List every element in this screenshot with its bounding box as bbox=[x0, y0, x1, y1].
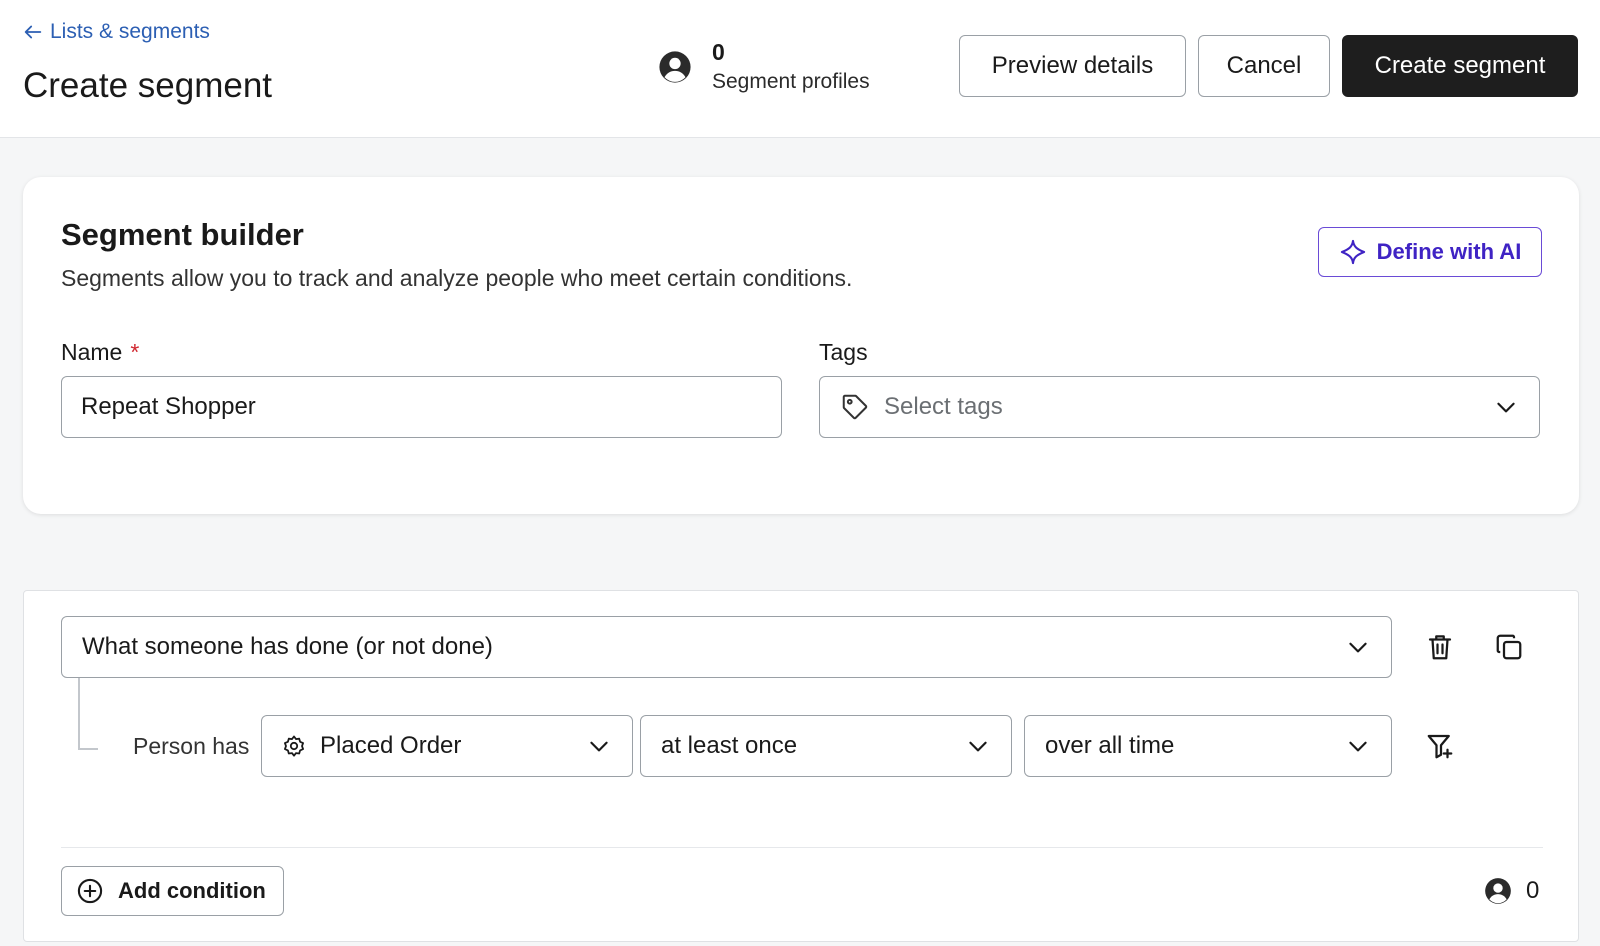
condition-group-card: What someone has done (or not done) Pers… bbox=[23, 590, 1579, 942]
chevron-down-icon bbox=[1345, 733, 1371, 759]
create-segment-button[interactable]: Create segment bbox=[1342, 35, 1578, 97]
segment-builder-card: Segment builder Segments allow you to tr… bbox=[23, 177, 1579, 514]
duplicate-condition-button[interactable] bbox=[1487, 625, 1531, 669]
condition-count-value: 0 bbox=[1526, 877, 1540, 904]
preview-details-button[interactable]: Preview details bbox=[959, 35, 1186, 97]
page-header: Lists & segments Create segment 0 Segmen… bbox=[0, 0, 1600, 138]
name-label-text: Name bbox=[61, 339, 123, 365]
add-condition-label: Add condition bbox=[118, 878, 266, 903]
condition-type-select[interactable]: What someone has done (or not done) bbox=[61, 616, 1392, 678]
chevron-down-icon bbox=[1345, 634, 1371, 660]
frequency-select[interactable]: at least once bbox=[640, 715, 1012, 777]
filter-plus-icon bbox=[1427, 734, 1453, 759]
copy-icon bbox=[1496, 634, 1522, 660]
condition-type-value: What someone has done (or not done) bbox=[82, 633, 493, 660]
condition-divider bbox=[61, 847, 1543, 848]
plus-circle-icon bbox=[77, 878, 103, 904]
segment-profiles-summary: 0 Segment profiles bbox=[658, 34, 870, 100]
delete-condition-button[interactable] bbox=[1418, 625, 1462, 669]
back-link-label: Lists & segments bbox=[50, 20, 210, 43]
segment-name-input[interactable] bbox=[61, 376, 782, 438]
frequency-value: at least once bbox=[661, 732, 798, 759]
condition-profile-count: 0 bbox=[1484, 873, 1539, 909]
back-link-lists-segments[interactable]: Lists & segments bbox=[22, 18, 210, 46]
chevron-down-icon bbox=[586, 733, 612, 759]
sparkle-icon bbox=[1340, 239, 1365, 265]
timeframe-value: over all time bbox=[1045, 732, 1175, 759]
tags-placeholder: Select tags bbox=[884, 393, 1003, 420]
cancel-button[interactable]: Cancel bbox=[1198, 35, 1330, 97]
segment-builder-title: Segment builder bbox=[61, 217, 304, 252]
arrow-left-icon bbox=[24, 25, 42, 39]
gear-icon bbox=[284, 735, 304, 757]
trash-icon bbox=[1428, 635, 1452, 660]
page-title: Create segment bbox=[23, 66, 273, 105]
tags-select[interactable]: Select tags bbox=[819, 376, 1540, 438]
metric-select[interactable]: Placed Order bbox=[261, 715, 633, 777]
person-has-label: Person has bbox=[133, 733, 250, 759]
condition-connector-line bbox=[78, 678, 98, 750]
name-field-label: Name * bbox=[61, 339, 139, 366]
add-filter-button[interactable] bbox=[1418, 724, 1462, 768]
segment-profile-count: 0 bbox=[712, 39, 725, 65]
required-indicator: * bbox=[130, 339, 140, 365]
user-circle-icon bbox=[658, 50, 692, 84]
tags-field-label: Tags bbox=[819, 339, 868, 365]
chevron-down-icon bbox=[965, 733, 991, 759]
timeframe-select[interactable]: over all time bbox=[1024, 715, 1392, 777]
segment-builder-description: Segments allow you to track and analyze … bbox=[61, 265, 853, 291]
segment-profile-label: Segment profiles bbox=[712, 70, 870, 93]
tag-icon bbox=[842, 394, 868, 420]
user-circle-icon bbox=[1484, 877, 1512, 905]
add-condition-button[interactable]: Add condition bbox=[61, 866, 284, 916]
define-with-ai-label: Define with AI bbox=[1376, 239, 1522, 264]
define-with-ai-button[interactable]: Define with AI bbox=[1318, 227, 1542, 277]
chevron-down-icon bbox=[1493, 394, 1519, 420]
metric-value: Placed Order bbox=[320, 732, 462, 759]
